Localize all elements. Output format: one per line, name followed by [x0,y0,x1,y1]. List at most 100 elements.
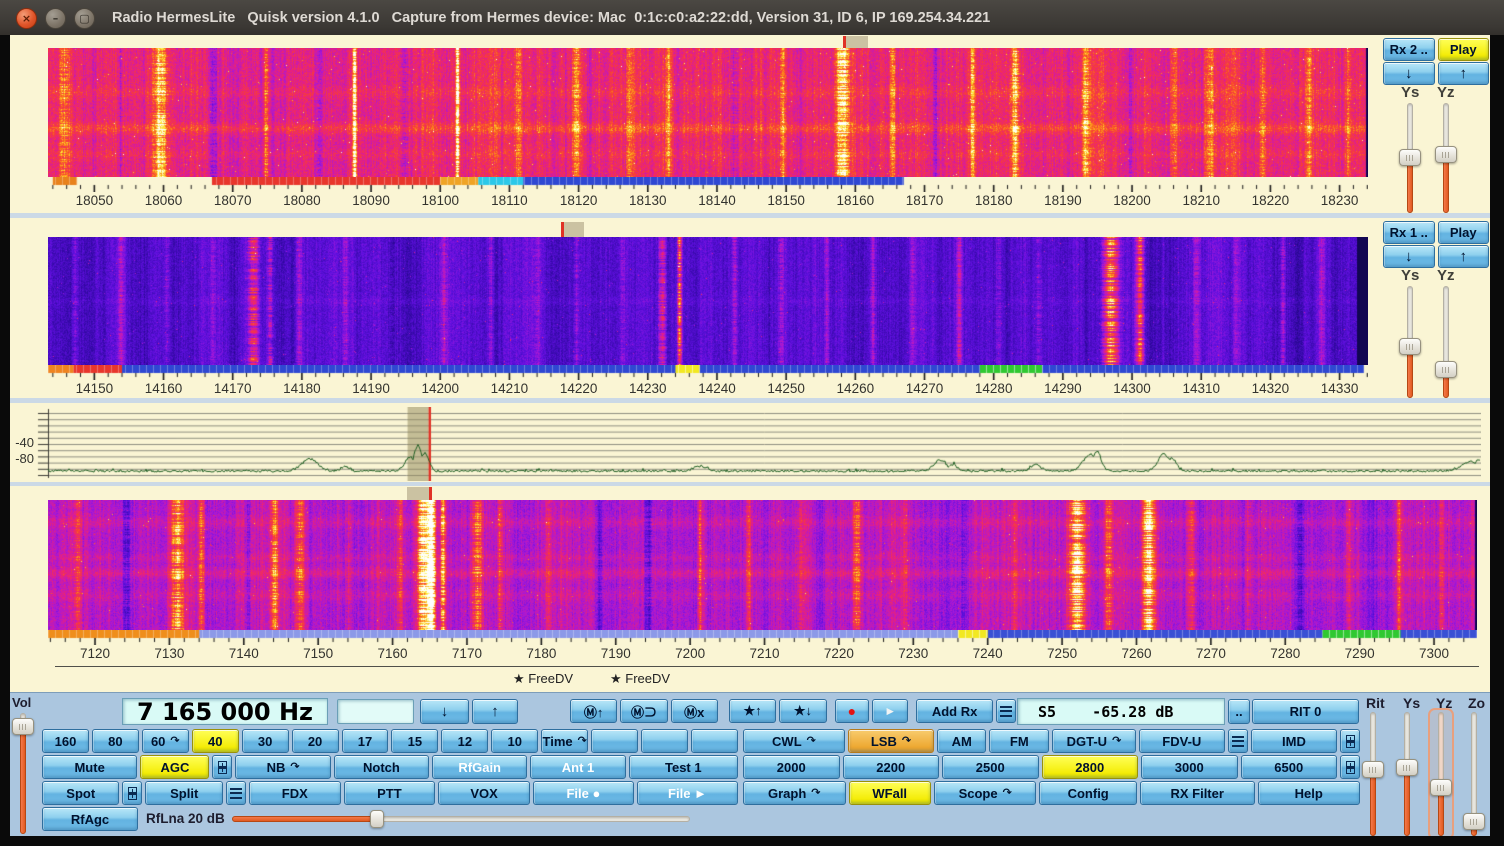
button-blank[interactable]: Ⓜ⊃ [620,699,667,723]
frequency-scale-7mhz[interactable] [48,630,1477,645]
rit-button[interactable]: RIT 0 [1252,699,1359,724]
button-60[interactable]: 60↷ [142,729,189,753]
updown-icon-button[interactable] [1340,729,1360,753]
button-blank[interactable] [591,729,638,753]
updown-icon-button[interactable] [212,755,232,779]
list-icon-button[interactable] [1228,729,1248,753]
slider-handle[interactable] [1435,361,1457,378]
ys-slider-rx1[interactable] [1399,286,1421,398]
slider-handle[interactable] [12,718,34,735]
passband-indicator[interactable] [846,36,868,48]
maximize-icon[interactable]: ▢ [74,8,95,29]
button-config[interactable]: Config [1039,781,1136,805]
button-file[interactable]: File ► [637,781,738,805]
minimize-icon[interactable]: – [45,8,66,29]
freedv-station-marker[interactable]: ★ FreeDV [513,671,573,687]
button-blank[interactable]: ► [872,699,908,723]
button-blank[interactable]: ★↑ [729,699,776,723]
yz-slider-rx1[interactable] [1435,286,1457,398]
button-spot[interactable]: Spot [42,781,119,805]
button-imd[interactable]: IMD [1251,729,1337,753]
button-split[interactable]: Split [145,781,222,805]
play-button-rx2[interactable]: Play [1438,38,1490,61]
button-rx-filter[interactable]: RX Filter [1140,781,1255,805]
yz-slider[interactable] [1430,712,1452,836]
button-fm[interactable]: FM [989,729,1049,753]
tune-down-button[interactable]: ↓ [420,699,469,724]
band-down-button-rx1[interactable]: ↓ [1383,245,1435,268]
spectrum-graph[interactable] [36,407,1481,481]
frequency-scale-18mhz[interactable] [48,177,1368,192]
updown-icon-button[interactable] [1340,755,1360,779]
button-cwl[interactable]: CWL↷ [743,729,845,753]
slider-handle[interactable] [1463,813,1485,830]
close-icon[interactable]: × [16,8,37,29]
button-blank[interactable]: Ⓜ↑ [570,699,617,723]
list-icon-button[interactable] [996,699,1016,723]
tuning-line[interactable] [429,487,432,500]
band-down-button-rx2[interactable]: ↓ [1383,62,1435,85]
rx1-button[interactable]: Rx 1 .. [1383,221,1435,244]
slider-handle[interactable] [1399,338,1421,355]
button-test-1[interactable]: Test 1 [629,755,738,779]
button-x[interactable]: Ⓜx [671,699,718,723]
button-15[interactable]: 15 [391,729,438,753]
button-80[interactable]: 80 [92,729,139,753]
button-fdv-u[interactable]: FDV-U [1139,729,1225,753]
button-ant-1[interactable]: Ant 1 [530,755,625,779]
rx2-button[interactable]: Rx 2 .. [1383,38,1435,61]
button-2800[interactable]: 2800 [1042,755,1139,779]
waterfall-14mhz[interactable] [48,237,1368,365]
button-blank[interactable]: ★↓ [779,699,826,723]
list-icon-button[interactable] [226,781,246,805]
button-mute[interactable]: Mute [42,755,137,779]
waterfall-7mhz[interactable] [48,500,1477,630]
button-20[interactable]: 20 [292,729,339,753]
button-2000[interactable]: 2000 [743,755,840,779]
vol-slider[interactable] [12,713,34,834]
button-dgt-u[interactable]: DGT-U↷ [1052,729,1136,753]
button-am[interactable]: AM [937,729,986,753]
slider-handle[interactable] [1362,761,1384,778]
play-button-rx1[interactable]: Play [1438,221,1490,244]
slider-handle[interactable] [1399,149,1421,166]
button-nb[interactable]: NB↷ [235,755,330,779]
waterfall-18mhz[interactable] [48,48,1368,177]
updown-icon-button[interactable] [122,781,142,805]
frequency-display[interactable]: 7 165 000 Hz [122,698,328,725]
button-lsb[interactable]: LSB↷ [848,729,934,753]
slider-handle[interactable] [1435,146,1457,163]
band-up-button-rx1[interactable]: ↑ [1438,245,1490,268]
zo-slider[interactable] [1463,712,1485,836]
button-graph[interactable]: Graph↷ [743,781,846,805]
button-2200[interactable]: 2200 [843,755,940,779]
smeter-options-button[interactable]: .. [1228,699,1250,724]
slider-handle[interactable] [1396,759,1418,776]
frequency-scale-14mhz[interactable] [48,365,1368,380]
button-17[interactable]: 17 [342,729,389,753]
ys-slider-rx2[interactable] [1399,103,1421,213]
rfagc-button[interactable]: RfAgc [42,807,138,831]
button-file[interactable]: File ● [533,781,634,805]
button-vox[interactable]: VOX [438,781,530,805]
button-160[interactable]: 160 [42,729,89,753]
button-ptt[interactable]: PTT [344,781,436,805]
tune-up-button[interactable]: ↑ [472,699,518,724]
band-up-button-rx2[interactable]: ↑ [1438,62,1490,85]
button-wfall[interactable]: WFall [849,781,931,805]
button-10[interactable]: 10 [491,729,538,753]
rflna-slider[interactable] [232,810,690,828]
button-scope[interactable]: Scope↷ [934,781,1037,805]
button-30[interactable]: 30 [242,729,289,753]
button-3000[interactable]: 3000 [1141,755,1238,779]
freedv-station-marker[interactable]: ★ FreeDV [610,671,670,687]
button-2500[interactable]: 2500 [942,755,1039,779]
button-fdx[interactable]: FDX [249,781,341,805]
slider-handle[interactable] [1430,779,1452,796]
button-blank[interactable] [691,729,738,753]
rit-slider[interactable] [1362,712,1384,836]
button-12[interactable]: 12 [441,729,488,753]
button-rfgain[interactable]: RfGain [432,755,527,779]
button-notch[interactable]: Notch [334,755,429,779]
button-6500[interactable]: 6500 [1241,755,1338,779]
